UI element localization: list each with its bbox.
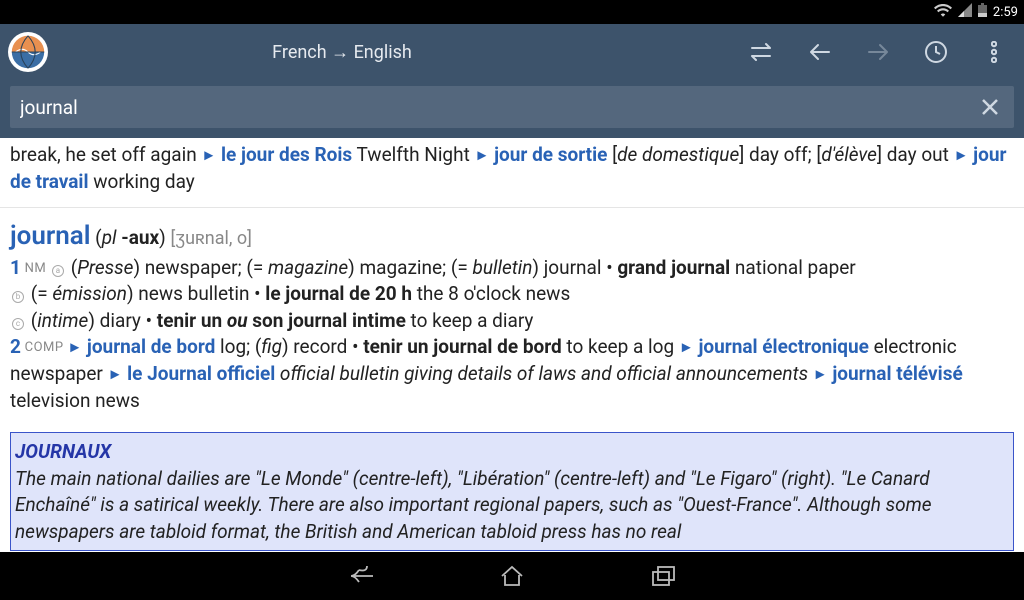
nav-back-button[interactable]	[804, 36, 836, 68]
history-button[interactable]	[920, 36, 952, 68]
phrase-link[interactable]: journal télévisé	[832, 362, 962, 385]
system-back-button[interactable]	[344, 560, 376, 592]
arrow-icon: ►	[201, 146, 216, 164]
entry-journal: journal (pl -aux) [ʒuʀnal, o] 1 NM a (Pr…	[10, 218, 1014, 414]
arrow-icon: ►	[475, 146, 490, 164]
arrow-icon: ►	[813, 365, 828, 383]
pronunciation: [ʒuʀnal, o]	[171, 228, 252, 249]
signal-icon	[958, 3, 972, 21]
divider	[0, 207, 1024, 208]
language-direction[interactable]: French → English	[0, 42, 738, 63]
arrow-icon: ►	[108, 365, 123, 383]
swap-direction-button[interactable]	[746, 36, 778, 68]
phrase-link[interactable]: le Journal officiel	[127, 362, 275, 385]
search-bar	[0, 80, 1024, 138]
search-input[interactable]	[20, 96, 976, 119]
action-bar: French → English	[0, 24, 1024, 80]
phrase-link[interactable]: journal électronique	[698, 335, 868, 358]
status-bar: 2:59	[0, 0, 1024, 24]
battery-icon	[978, 3, 987, 21]
overflow-menu-button[interactable]	[978, 36, 1010, 68]
system-recents-button[interactable]	[648, 560, 680, 592]
arrow-icon: ►	[67, 338, 82, 356]
register-icon: b	[12, 291, 24, 303]
register-icon: a	[52, 265, 64, 277]
phrase-link[interactable]: le jour des Rois	[221, 143, 352, 166]
arrow-icon: ►	[679, 338, 694, 356]
definition-content[interactable]: break, he set off again ► le jour des Ro…	[0, 138, 1024, 552]
phrase-link[interactable]: journal de bord	[87, 335, 215, 358]
usage-note-body: The main national dailies are "Le Monde"…	[15, 467, 932, 543]
headword[interactable]: journal	[10, 221, 90, 251]
status-time: 2:59	[993, 5, 1018, 20]
phrase-link[interactable]: jour de sortie	[494, 143, 607, 166]
usage-note-title: JOURNAUX	[15, 440, 111, 463]
arrow-icon: ►	[954, 146, 969, 164]
clear-search-button[interactable]	[976, 93, 1004, 121]
system-home-button[interactable]	[496, 560, 528, 592]
sense-number: 2	[10, 335, 21, 358]
sense-number: 1	[10, 256, 21, 279]
part-of-speech: NM	[21, 261, 50, 276]
register-icon: c	[12, 318, 24, 330]
usage-note-box: JOURNAUX The main national dailies are "…	[10, 432, 1014, 550]
wifi-icon	[934, 3, 952, 21]
part-of-speech: COMP	[21, 340, 67, 355]
system-nav-bar	[0, 552, 1024, 600]
nav-forward-button[interactable]	[862, 36, 894, 68]
previous-entry-fragment: break, he set off again ► le jour des Ro…	[10, 142, 1014, 203]
